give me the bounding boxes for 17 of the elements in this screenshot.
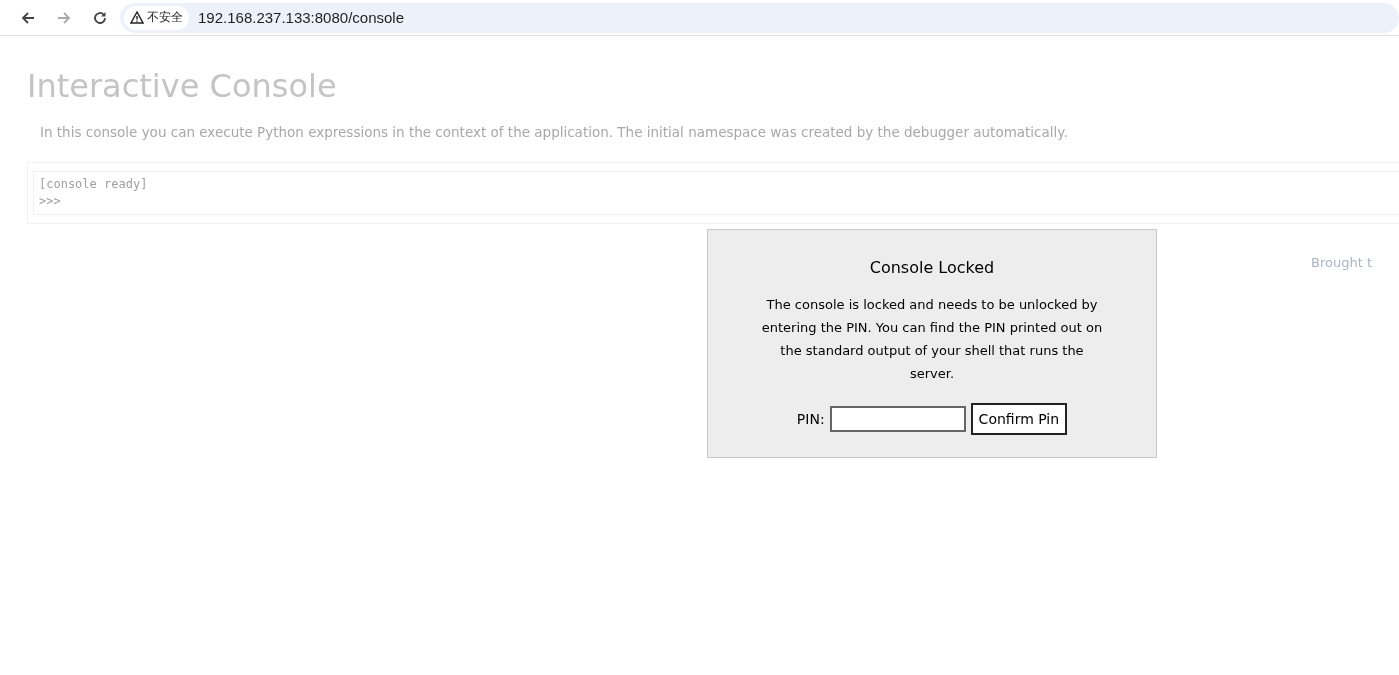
back-arrow-icon: [21, 10, 35, 25]
pin-label: PIN:: [796, 411, 825, 427]
confirm-pin-button[interactable]: Confirm Pin: [970, 403, 1068, 435]
forward-arrow-icon: [57, 10, 71, 25]
warning-icon: [130, 11, 144, 24]
reload-icon: [93, 10, 107, 25]
security-chip[interactable]: 不安全: [124, 5, 189, 30]
pin-field[interactable]: [829, 406, 966, 432]
console-line: >>>: [39, 193, 62, 210]
address-bar[interactable]: 不安全 192.168.237.133:8080/console: [120, 2, 1399, 33]
explanation-text: In this console you can execute Python expressions in the context of the application. The initial namespace was created by the debugger automatically.: [40, 124, 1069, 140]
footer-text: Brought t: [1311, 255, 1372, 270]
page-title: Interactive Console: [27, 66, 338, 106]
url-text: 192.168.237.133:8080/console: [198, 9, 404, 26]
dialog-message: The console is locked and needs to be unlocked by entering the PIN. You can find the PIN printed out on the standard output of your shell that runs the server.: [760, 296, 1104, 383]
dialog-title: Console Locked: [868, 258, 996, 277]
console-line: [console ready]: [39, 176, 149, 193]
